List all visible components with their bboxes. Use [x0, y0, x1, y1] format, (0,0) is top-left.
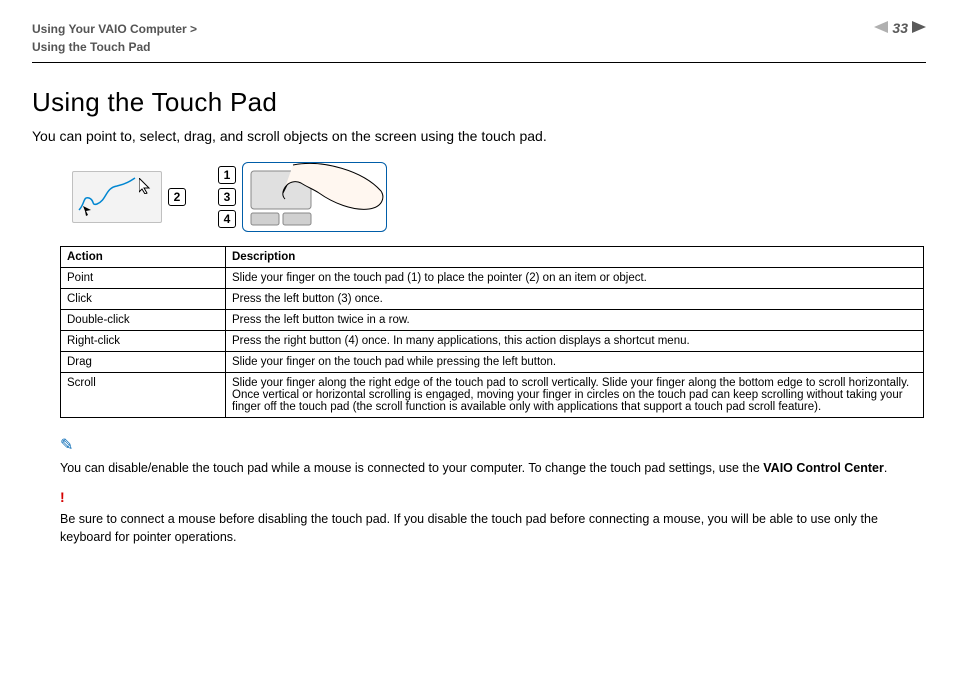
table-row: ClickPress the left button (3) once.	[61, 289, 924, 310]
cell-desc: Press the left button twice in a row.	[226, 310, 924, 331]
table-row: PointSlide your finger on the touch pad …	[61, 268, 924, 289]
document-page: Using Your VAIO Computer > Using the Tou…	[0, 0, 954, 674]
pencil-note-icon: ✎	[60, 434, 926, 457]
cell-desc: Press the left button (3) once.	[226, 289, 924, 310]
table-row: Right-clickPress the right button (4) on…	[61, 331, 924, 352]
prev-page-arrow-icon[interactable]	[874, 20, 888, 36]
callout-stack: 1 3 4	[218, 166, 236, 228]
callout-3: 3	[218, 188, 236, 206]
page-header: Using Your VAIO Computer > Using the Tou…	[32, 20, 926, 63]
cell-desc: Press the right button (4) once. In many…	[226, 331, 924, 352]
callout-1: 1	[218, 166, 236, 184]
action-table: Action Description PointSlide your finge…	[60, 246, 924, 418]
cell-action: Scroll	[61, 373, 226, 418]
cell-action: Double-click	[61, 310, 226, 331]
alert-block: ! Be sure to connect a mouse before disa…	[60, 487, 926, 546]
col-action-header: Action	[61, 247, 226, 268]
touchpad-illustration	[242, 162, 387, 232]
intro-text: You can point to, select, drag, and scro…	[32, 128, 926, 144]
table-row: DragSlide your finger on the touch pad w…	[61, 352, 924, 373]
pointer-icon	[139, 178, 151, 194]
note-block: ✎ You can disable/enable the touch pad w…	[60, 434, 926, 477]
breadcrumb-line-1: Using Your VAIO Computer >	[32, 20, 197, 38]
page-title: Using the Touch Pad	[32, 87, 926, 118]
note-text-before: You can disable/enable the touch pad whi…	[60, 461, 763, 475]
cell-action: Click	[61, 289, 226, 310]
callout-2: 2	[168, 188, 186, 206]
breadcrumb: Using Your VAIO Computer > Using the Tou…	[32, 20, 197, 56]
next-page-arrow-icon[interactable]	[912, 20, 926, 36]
alert-icon: !	[60, 487, 926, 507]
cell-desc: Slide your finger on the touch pad (1) t…	[226, 268, 924, 289]
cell-desc: Slide your finger on the touch pad while…	[226, 352, 924, 373]
table-header-row: Action Description	[61, 247, 924, 268]
cursor-start-icon	[83, 206, 93, 216]
cell-desc: Slide your finger along the right edge o…	[226, 373, 924, 418]
cell-action: Right-click	[61, 331, 226, 352]
page-number-nav: 33	[874, 20, 926, 36]
page-number: 33	[892, 20, 908, 36]
table-row: ScrollSlide your finger along the right …	[61, 373, 924, 418]
cell-action: Point	[61, 268, 226, 289]
breadcrumb-line-2: Using the Touch Pad	[32, 38, 197, 56]
col-description-header: Description	[226, 247, 924, 268]
alert-text: Be sure to connect a mouse before disabl…	[60, 512, 878, 544]
note-bold: VAIO Control Center	[763, 461, 884, 475]
callout-4: 4	[218, 210, 236, 228]
touchpad-figure: 2 1 3 4	[72, 162, 926, 232]
note-text-after: .	[884, 461, 887, 475]
table-row: Double-clickPress the left button twice …	[61, 310, 924, 331]
cell-action: Drag	[61, 352, 226, 373]
screen-illustration	[72, 171, 162, 223]
